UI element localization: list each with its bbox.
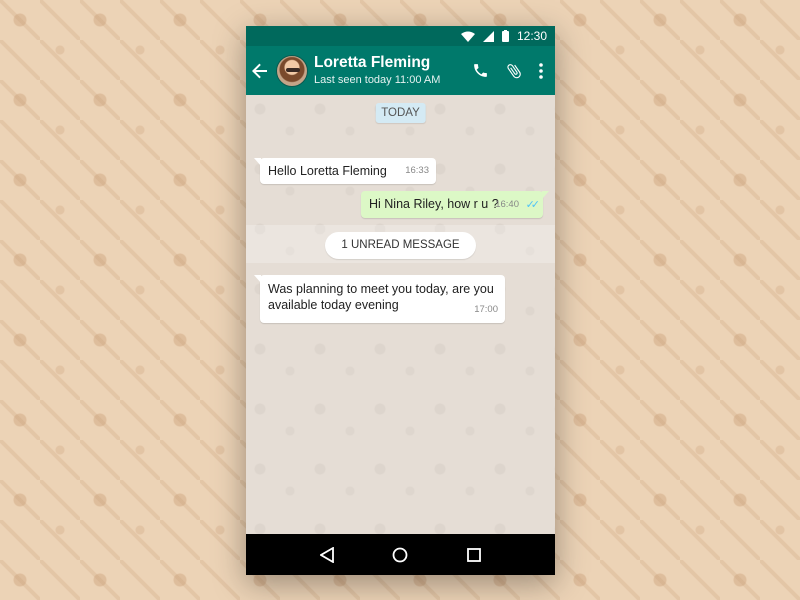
unread-divider: 1 UNREAD MESSAGE [246,225,555,263]
message-text: Hi Nina Riley, how r u ? [369,197,499,211]
status-bar: 12:30 [246,26,555,46]
nav-back-button[interactable] [320,546,335,563]
message-outgoing[interactable]: Hi Nina Riley, how r u ? 16:40 ✓✓ [361,191,549,218]
message-text: Was planning to meet you today, are you … [268,282,494,312]
contact-name: Loretta Fleming [314,54,431,71]
phone-screen: 12:30 Loretta Fleming Last seen today 11… [246,26,555,575]
circle-home-icon [393,547,408,562]
message-time: 16:33 [405,165,429,176]
square-recents-icon [466,547,481,562]
nav-home-button[interactable] [392,547,408,563]
paperclip-icon [507,63,521,78]
wifi-icon [460,31,475,42]
call-button[interactable] [472,62,489,79]
attach-button[interactable] [505,62,523,80]
last-seen-status: Last seen today 11:00 AM [314,74,441,86]
back-button[interactable] [252,59,270,83]
chat-area[interactable]: TODAY Hello Loretta Fleming 16:33 Hi Nin… [246,95,555,575]
battery-icon [501,30,509,42]
signal-icon [482,30,494,42]
more-vert-icon [539,62,543,79]
android-nav-bar [246,534,555,575]
message-time: 17:00 [474,304,498,315]
phone-icon [474,64,487,77]
date-divider: TODAY [375,103,426,123]
message-text: Hello Loretta Fleming [268,164,387,178]
avatar[interactable] [276,54,308,87]
message-time: 16:40 [495,199,519,210]
triangle-back-icon [320,546,335,563]
status-time: 12:30 [516,29,547,43]
chat-header: Loretta Fleming Last seen today 11:00 AM [246,46,555,95]
menu-button[interactable] [539,62,543,79]
message-incoming[interactable]: Was planning to meet you today, are you … [254,275,505,323]
nav-recents-button[interactable] [466,547,481,562]
arrow-left-icon [252,63,267,78]
unread-badge: 1 UNREAD MESSAGE [325,232,476,259]
contact-info[interactable]: Loretta Fleming Last seen today 11:00 AM [314,54,472,87]
read-receipt-icon: ✓✓ [525,199,541,211]
message-incoming[interactable]: Hello Loretta Fleming 16:33 [254,158,436,184]
